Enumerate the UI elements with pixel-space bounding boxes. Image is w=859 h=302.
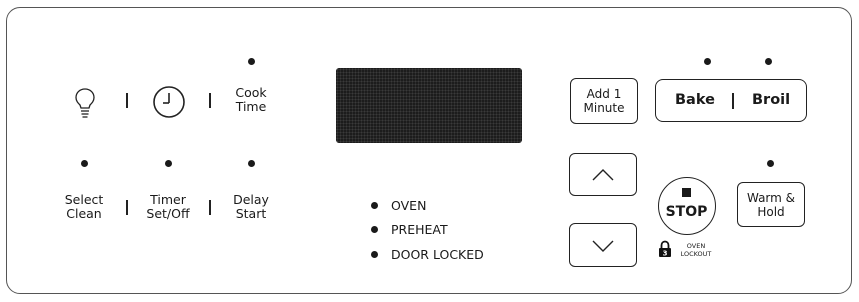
stop-square-icon <box>682 188 691 197</box>
timer-label-2: Set/Off <box>146 206 190 221</box>
bake-indicator <box>704 58 711 65</box>
preheat-status-label: PREHEAT <box>391 221 448 237</box>
cook-time-indicator <box>248 58 255 65</box>
separator <box>209 200 211 215</box>
light-bulb-button[interactable] <box>73 86 97 120</box>
down-arrow-icon <box>592 240 614 252</box>
warm-hold-label-1: Warm & <box>746 191 796 205</box>
lock-icon: 3 <box>659 240 671 258</box>
add-minute-label-2: Minute <box>583 101 625 115</box>
bake-broil-button[interactable]: Bake Broil <box>655 79 807 122</box>
warm-hold-indicator <box>767 160 774 167</box>
delay-start-indicator <box>248 160 255 167</box>
door-locked-status-label: DOOR LOCKED <box>391 246 484 262</box>
clock-icon <box>153 86 185 118</box>
separator <box>209 93 211 108</box>
down-arrow-button[interactable] <box>569 223 637 267</box>
add-minute-label: Add 1 Minute <box>574 87 634 115</box>
cook-time-button[interactable]: Cook Time <box>221 86 281 114</box>
oven-status-label: OVEN <box>391 197 427 213</box>
select-clean-label-2: Clean <box>66 206 102 221</box>
cook-time-label-2: Time <box>235 99 267 114</box>
up-arrow-icon <box>592 169 614 181</box>
select-clean-button[interactable]: Select Clean <box>54 193 114 221</box>
delay-start-label-2: Start <box>235 206 267 221</box>
warm-hold-label: Warm & Hold <box>741 191 801 219</box>
oven-display <box>336 68 522 143</box>
clock-button[interactable] <box>152 85 186 119</box>
separator <box>126 200 128 215</box>
warm-hold-label-2: Hold <box>757 205 785 219</box>
bake-button-label[interactable]: Bake <box>675 92 715 108</box>
status-door-locked: DOOR LOCKED <box>371 246 484 262</box>
timer-indicator <box>165 160 172 167</box>
svg-text:3: 3 <box>663 250 668 258</box>
broil-indicator <box>765 58 772 65</box>
stop-button[interactable]: STOP <box>658 177 716 235</box>
oven-status-dot <box>371 201 378 209</box>
oven-lockout-line-2: LOCKOUT <box>680 250 712 258</box>
preheat-status-dot <box>371 225 378 233</box>
timer-label-1: Timer <box>150 192 186 207</box>
add-1-minute-button[interactable]: Add 1 Minute <box>570 78 638 124</box>
select-clean-indicator <box>81 160 88 167</box>
broil-button-label[interactable]: Broil <box>752 92 790 108</box>
cook-time-label-1: Cook <box>235 85 267 100</box>
oven-lockout-line-1: OVEN <box>686 242 706 250</box>
status-oven: OVEN <box>371 197 426 213</box>
separator <box>732 93 734 109</box>
oven-lockout-label: OVEN LOCKOUT <box>676 242 716 258</box>
separator <box>126 93 128 108</box>
delay-start-label-1: Delay <box>233 192 269 207</box>
select-clean-label-1: Select <box>64 192 104 207</box>
light-bulb-icon <box>75 88 95 118</box>
up-arrow-button[interactable] <box>569 153 637 196</box>
warm-hold-button[interactable]: Warm & Hold <box>737 182 805 227</box>
status-preheat: PREHEAT <box>371 221 448 237</box>
door-locked-status-dot <box>371 250 378 258</box>
stop-label: STOP <box>665 204 708 220</box>
delay-start-button[interactable]: Delay Start <box>221 193 281 221</box>
add-minute-label-1: Add 1 <box>586 87 622 101</box>
timer-button[interactable]: Timer Set/Off <box>138 193 198 221</box>
